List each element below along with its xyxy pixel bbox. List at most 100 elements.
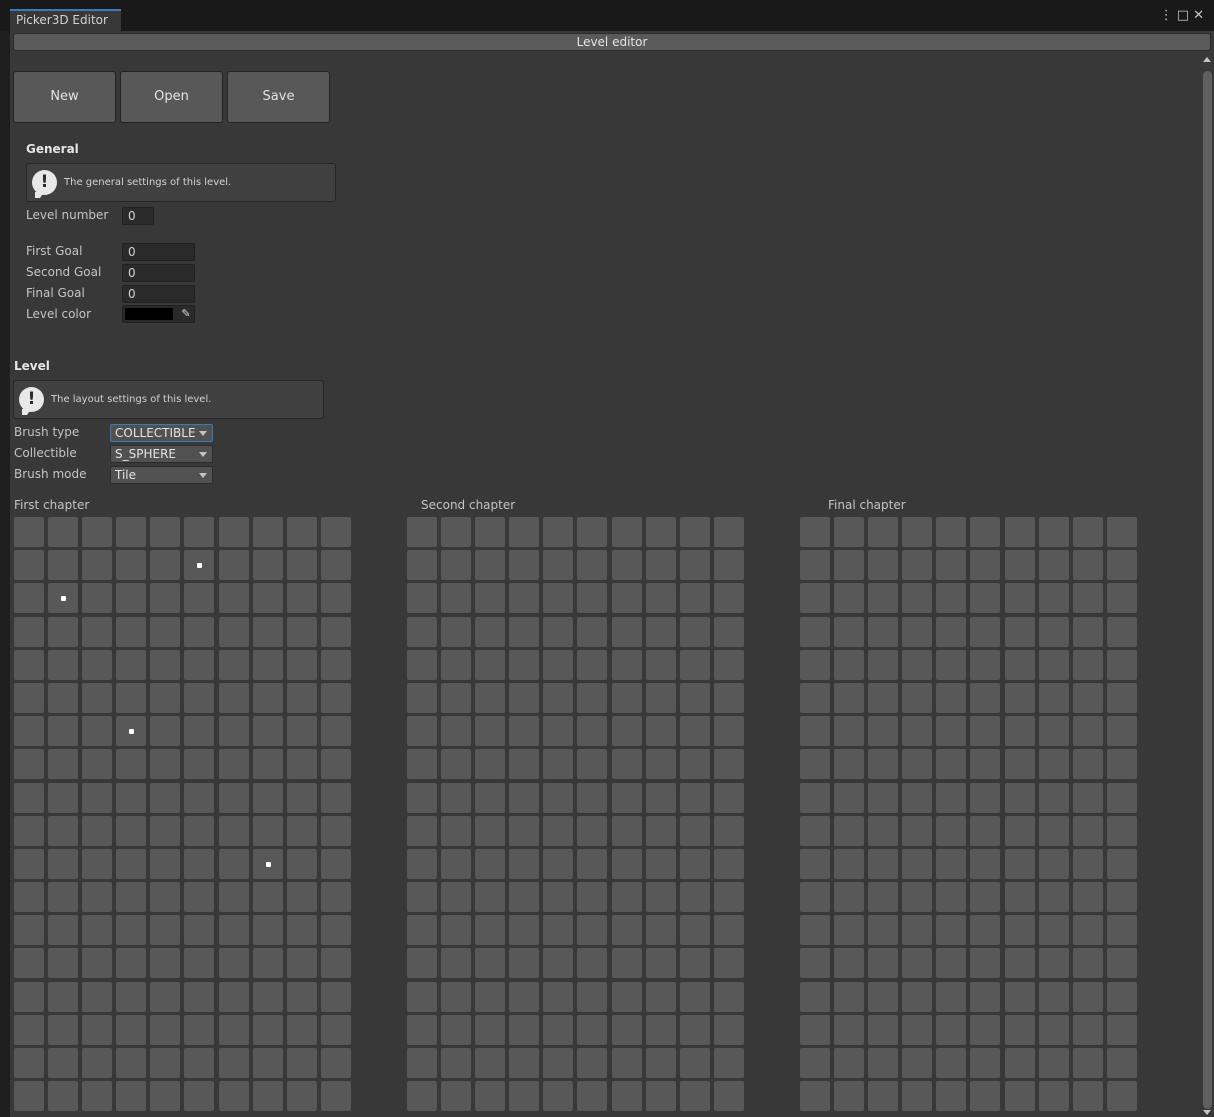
grid-cell[interactable] (834, 716, 865, 747)
grid-cell[interactable] (970, 1014, 1001, 1045)
grid-cell[interactable] (407, 782, 437, 813)
grid-cell[interactable] (1072, 1081, 1103, 1112)
grid-cell[interactable] (800, 583, 830, 614)
grid-cell[interactable] (902, 1014, 933, 1045)
grid-cell[interactable] (800, 815, 830, 846)
grid-cell[interactable] (82, 749, 113, 780)
grid-cell[interactable] (320, 583, 351, 614)
grid-cell[interactable] (407, 815, 437, 846)
grid-cell[interactable] (218, 682, 249, 713)
grid-cell[interactable] (320, 782, 351, 813)
grid-cell[interactable] (577, 716, 608, 747)
grid-cell[interactable] (1106, 517, 1137, 547)
grid-cell[interactable] (184, 882, 215, 913)
grid-cell[interactable] (577, 682, 608, 713)
grid-cell[interactable] (1072, 550, 1103, 581)
grid-cell[interactable] (14, 848, 44, 879)
grid-cell[interactable] (1038, 882, 1069, 913)
grid-cell[interactable] (902, 1048, 933, 1078)
second-goal-field[interactable]: 0 (122, 264, 195, 282)
grid-cell[interactable] (14, 517, 44, 547)
grid-cell[interactable] (82, 550, 113, 581)
grid-cell[interactable] (407, 981, 437, 1012)
grid-cell[interactable] (320, 848, 351, 879)
grid-cell[interactable] (252, 948, 283, 979)
grid-cell[interactable] (475, 583, 506, 614)
grid-cell[interactable] (936, 882, 967, 913)
grid-cell[interactable] (936, 583, 967, 614)
grid-cell[interactable] (611, 649, 642, 680)
grid-cell[interactable] (611, 1081, 642, 1112)
collectible-dropdown[interactable]: S_SPHERE (110, 445, 213, 463)
grid-cell[interactable] (713, 749, 744, 780)
grid-cell[interactable] (286, 915, 317, 946)
grid-cell[interactable] (218, 948, 249, 979)
grid-cell[interactable] (48, 1014, 79, 1045)
grid-cell[interactable] (475, 882, 506, 913)
grid-cell[interactable] (1072, 882, 1103, 913)
grid-cell[interactable] (252, 782, 283, 813)
grid-cell[interactable] (252, 550, 283, 581)
grid-cell[interactable] (475, 915, 506, 946)
grid-cell[interactable] (509, 1081, 540, 1112)
grid-cell[interactable] (800, 616, 830, 647)
grid-cell[interactable] (543, 749, 574, 780)
grid-cell[interactable] (1038, 1048, 1069, 1078)
grid-cell[interactable] (543, 948, 574, 979)
grid-cell[interactable] (475, 1048, 506, 1078)
grid-cell[interactable] (14, 1081, 44, 1112)
grid-cell[interactable] (645, 749, 676, 780)
grid-cell[interactable] (150, 616, 181, 647)
grid-cell[interactable] (14, 882, 44, 913)
open-button[interactable]: Open (120, 71, 223, 123)
grid-cell[interactable] (679, 682, 710, 713)
grid-cell[interactable] (936, 915, 967, 946)
grid-cell[interactable] (14, 915, 44, 946)
grid-cell[interactable] (48, 915, 79, 946)
grid-cell[interactable] (509, 782, 540, 813)
grid-cell[interactable] (48, 550, 79, 581)
eyedropper-icon[interactable]: ✎ (178, 307, 194, 321)
grid-cell[interactable] (800, 948, 830, 979)
grid-cell[interactable] (970, 716, 1001, 747)
grid-cell[interactable] (902, 716, 933, 747)
grid-cell[interactable] (475, 682, 506, 713)
grid-cell[interactable] (1072, 649, 1103, 680)
grid-cell[interactable] (116, 583, 147, 614)
grid-cell[interactable] (441, 782, 472, 813)
grid-cell[interactable] (441, 649, 472, 680)
grid-cell[interactable] (48, 1048, 79, 1078)
grid-cell[interactable] (48, 517, 79, 547)
grid-cell[interactable] (1038, 915, 1069, 946)
grid-cell[interactable] (936, 649, 967, 680)
grid-cell[interactable] (320, 682, 351, 713)
grid-cell[interactable] (286, 649, 317, 680)
grid-cell[interactable] (645, 782, 676, 813)
grid-cell[interactable] (509, 550, 540, 581)
level-number-field[interactable]: 0 (122, 207, 154, 225)
grid-cell[interactable] (1106, 1014, 1137, 1045)
grid-cell[interactable] (509, 882, 540, 913)
grid-cell[interactable] (543, 716, 574, 747)
grid-cell[interactable] (834, 981, 865, 1012)
grid-cell[interactable] (800, 882, 830, 913)
level-color-field[interactable]: ✎ (122, 305, 195, 323)
grid-cell[interactable] (150, 948, 181, 979)
grid-cell[interactable] (577, 981, 608, 1012)
grid-cell[interactable] (475, 1014, 506, 1045)
grid-cell[interactable] (82, 1014, 113, 1045)
grid-cell[interactable] (150, 749, 181, 780)
grid-cell[interactable] (645, 517, 676, 547)
grid-cell[interactable] (184, 848, 215, 879)
grid-cell[interactable] (868, 649, 899, 680)
grid-cell[interactable] (936, 749, 967, 780)
grid-cell[interactable] (1004, 782, 1035, 813)
grid-cell[interactable] (407, 882, 437, 913)
final-goal-field[interactable]: 0 (122, 285, 195, 303)
grid-cell[interactable] (713, 882, 744, 913)
grid-cell[interactable] (441, 749, 472, 780)
grid-cell[interactable] (902, 517, 933, 547)
grid-cell[interactable] (936, 716, 967, 747)
grid-cell[interactable] (868, 981, 899, 1012)
grid-cell[interactable] (441, 716, 472, 747)
